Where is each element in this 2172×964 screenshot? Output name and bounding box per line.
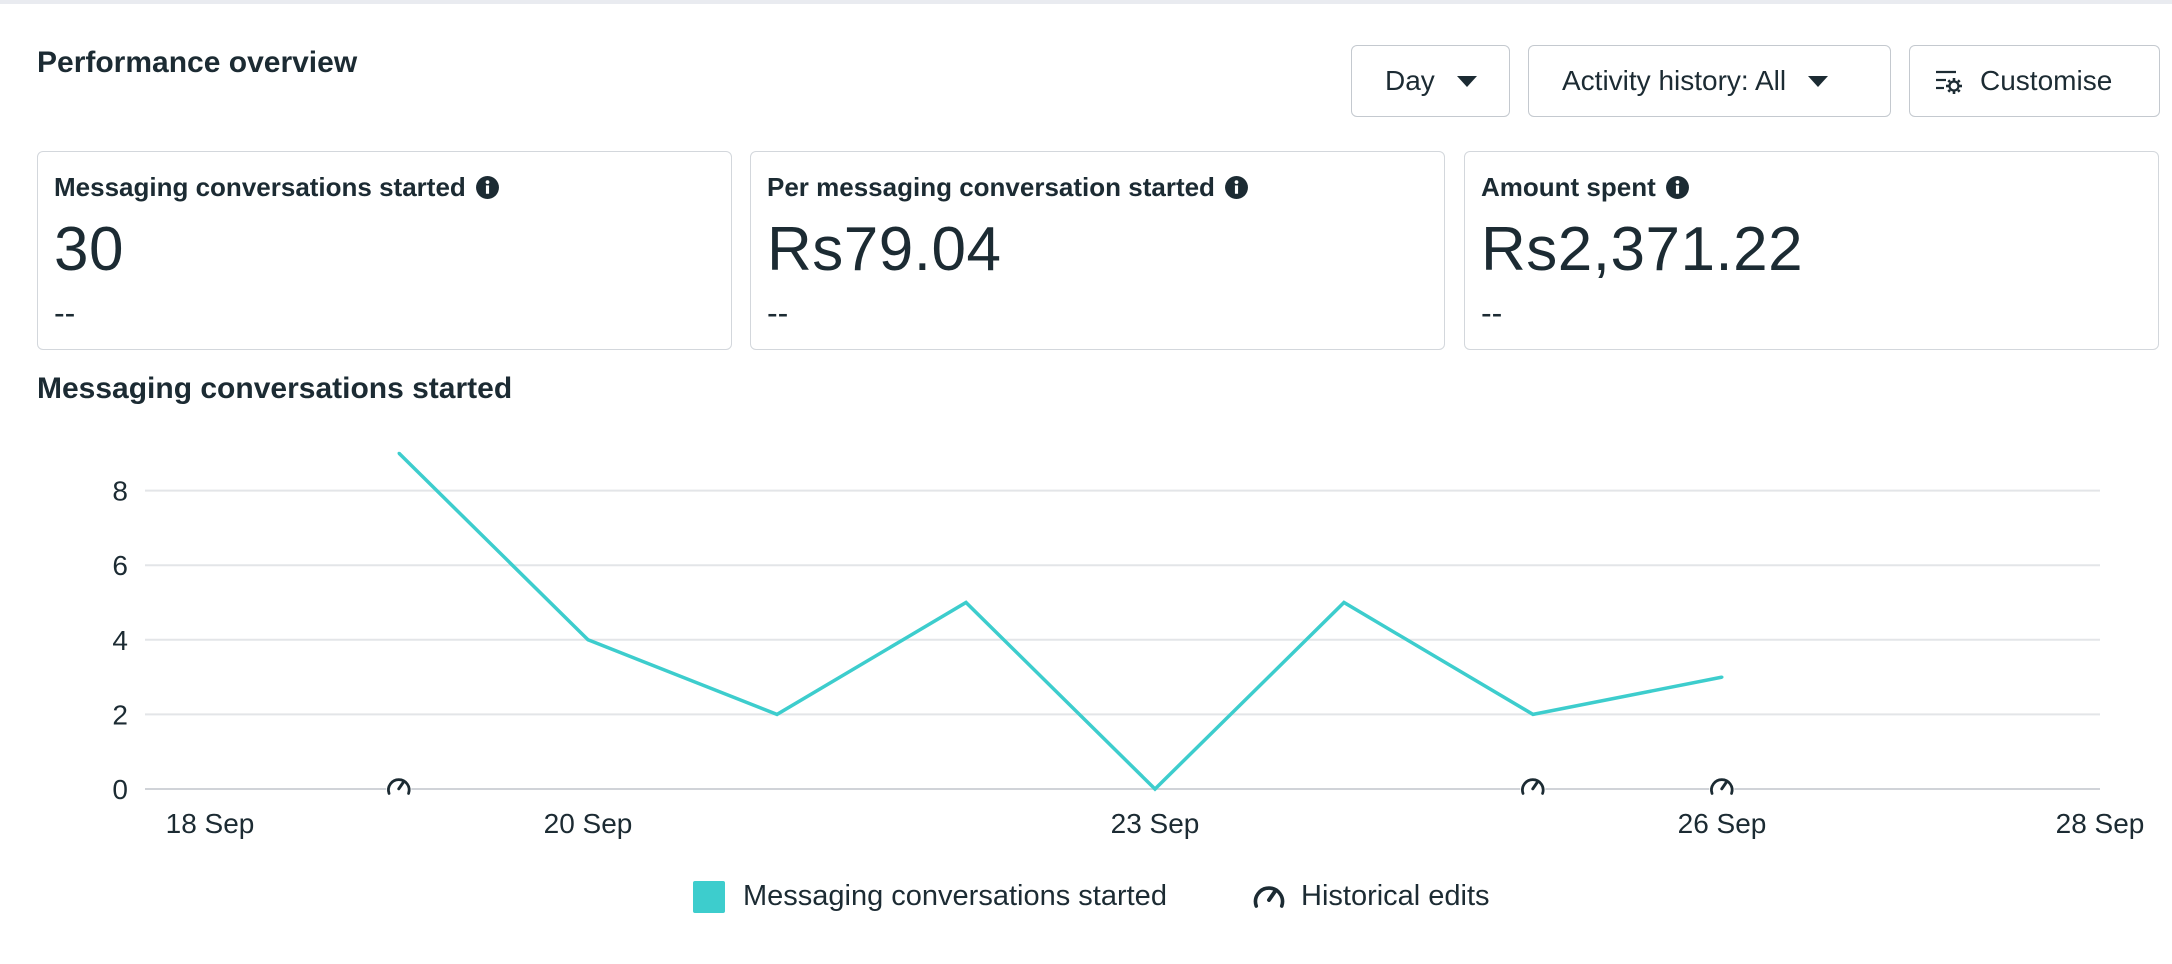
data-point bbox=[586, 638, 590, 642]
x-tick-label: 23 Sep bbox=[1111, 808, 1200, 839]
data-point bbox=[1720, 675, 1724, 679]
day-dropdown-label: Day bbox=[1385, 65, 1435, 96]
data-point bbox=[1531, 712, 1535, 716]
x-tick-label: 18 Sep bbox=[166, 808, 255, 839]
metric-comparison: -- bbox=[767, 295, 789, 331]
legend-label: Historical edits bbox=[1301, 880, 1490, 912]
customise-button[interactable]: Customise bbox=[1909, 45, 2160, 117]
y-tick-label: 8 bbox=[112, 476, 128, 507]
metric-value: Rs79.04 bbox=[767, 215, 1002, 284]
metric-label-text: Messaging conversations started bbox=[54, 172, 466, 202]
metric-card-label: Messaging conversations started bbox=[54, 172, 500, 203]
data-point bbox=[964, 601, 968, 604]
performance-overview-panel: Performance overview Day Activity histor… bbox=[0, 4, 2172, 964]
page-title: Performance overview bbox=[37, 46, 358, 79]
customise-settings-icon bbox=[1936, 70, 1962, 94]
legend-swatch bbox=[693, 880, 725, 913]
metric-card-amount-spent[interactable]: Amount spent Rs2,371.22 -- bbox=[1464, 151, 2159, 350]
metric-label-text: Per messaging conversation started bbox=[767, 172, 1215, 202]
line-chart[interactable]: 0 2 4 6 8 18 Sep 20 Sep 23 Sep 26 Sep 28 Sep bbox=[0, 404, 2172, 864]
info-icon[interactable] bbox=[1224, 175, 1249, 200]
data-point bbox=[397, 451, 401, 455]
info-icon[interactable] bbox=[1665, 175, 1690, 200]
metric-card-label: Per messaging conversation started bbox=[767, 172, 1249, 203]
metric-card-conversations[interactable]: Messaging conversations started 30 -- bbox=[37, 151, 732, 350]
x-tick-label: 28 Sep bbox=[2056, 808, 2145, 839]
historical-edit-gauge-icon bbox=[1253, 885, 1285, 908]
customise-label: Customise bbox=[1980, 65, 2113, 96]
y-tick-label: 2 bbox=[112, 699, 128, 730]
day-dropdown-button[interactable]: Day bbox=[1351, 45, 1510, 117]
data-point bbox=[1153, 787, 1157, 791]
historical-edit-gauge-icon[interactable] bbox=[1520, 775, 1546, 801]
data-point bbox=[775, 712, 779, 716]
y-tick-label: 4 bbox=[112, 625, 128, 656]
metric-comparison: -- bbox=[54, 295, 76, 331]
legend-item-series[interactable]: Messaging conversations started bbox=[693, 880, 1167, 913]
y-tick-label: 6 bbox=[112, 550, 128, 581]
metric-value: 30 bbox=[54, 215, 124, 284]
metric-card-label: Amount spent bbox=[1481, 172, 1690, 203]
metric-card-cost-per-conversation[interactable]: Per messaging conversation started Rs79.… bbox=[750, 151, 1445, 350]
activity-history-label: Activity history: All bbox=[1562, 65, 1787, 96]
historical-edit-gauge-icon[interactable] bbox=[1709, 775, 1735, 801]
x-tick-label: 26 Sep bbox=[1678, 808, 1767, 839]
caret-down-icon bbox=[1808, 75, 1829, 87]
historical-edit-gauge-icon[interactable] bbox=[386, 775, 412, 801]
legend-item-historical-edits[interactable]: Historical edits bbox=[1251, 880, 1490, 913]
chart-title: Messaging conversations started bbox=[37, 372, 513, 405]
chart-legend: Messaging conversations started Historic… bbox=[0, 880, 2172, 920]
metric-comparison: -- bbox=[1481, 295, 1503, 331]
data-point bbox=[1342, 601, 1346, 604]
metric-value: Rs2,371.22 bbox=[1481, 215, 1804, 284]
caret-down-icon bbox=[1456, 75, 1477, 87]
x-tick-label: 20 Sep bbox=[544, 808, 633, 839]
metric-label-text: Amount spent bbox=[1481, 172, 1656, 202]
activity-history-dropdown-button[interactable]: Activity history: All bbox=[1528, 45, 1891, 117]
series-line bbox=[397, 452, 1723, 792]
y-tick-label: 0 bbox=[112, 774, 128, 805]
info-icon[interactable] bbox=[475, 175, 500, 200]
legend-label: Messaging conversations started bbox=[743, 880, 1167, 912]
